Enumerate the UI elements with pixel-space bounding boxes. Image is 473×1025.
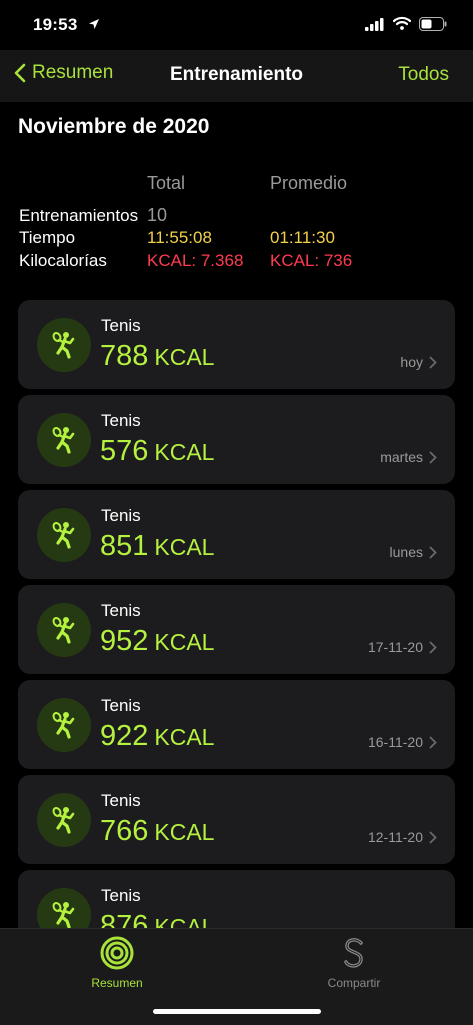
time-label: Tiempo [19, 228, 76, 247]
chevron-right-icon [429, 451, 437, 463]
workout-calories: 851 KCAL [100, 530, 214, 563]
chevron-right-icon [429, 736, 437, 748]
chevron-left-icon [14, 63, 26, 83]
workout-name: Tenis [101, 506, 141, 525]
tennis-icon [37, 508, 91, 562]
workout-date: 12-11-20 [368, 829, 437, 845]
tennis-icon [37, 888, 91, 928]
calories-value: 952 [100, 625, 149, 657]
tab-share[interactable]: Compartir [294, 935, 414, 990]
calories-unit: KCAL [154, 629, 215, 655]
calories-value: 766 [100, 815, 149, 847]
workout-date-label: hoy [400, 354, 423, 370]
workout-card[interactable]: Tenis 952 KCAL 17-11-20 [18, 585, 455, 674]
tennis-icon [37, 318, 91, 372]
workout-card[interactable]: Tenis 876 KCAL [18, 870, 455, 928]
workout-name: Tenis [101, 791, 141, 810]
workout-card[interactable]: Tenis 576 KCAL martes [18, 395, 455, 484]
calories-unit: KCAL [154, 344, 215, 370]
calories-value: 851 [100, 530, 149, 562]
workout-list: Tenis 788 KCAL hoy Tenis 576 KCAL martes T… [18, 300, 455, 928]
workout-card[interactable]: Tenis 922 KCAL 16-11-20 [18, 680, 455, 769]
tab-summary-label: Resumen [91, 976, 143, 990]
tennis-icon [37, 793, 91, 847]
workout-calories: 576 KCAL [100, 435, 214, 468]
wifi-icon [392, 16, 412, 35]
kilocalories-average: KCAL: 736 [270, 251, 353, 270]
workout-date-label: martes [380, 449, 423, 465]
workout-name: Tenis [101, 316, 141, 335]
workout-date: 16-11-20 [368, 734, 437, 750]
tab-summary[interactable]: Resumen [57, 935, 177, 990]
home-indicator [153, 1009, 321, 1014]
workout-date-label: 12-11-20 [367, 829, 423, 845]
workout-date: martes [380, 449, 437, 465]
time-total: 11:55:08 [147, 228, 212, 247]
all-button[interactable]: Todos [398, 64, 449, 86]
tennis-icon [37, 603, 91, 657]
battery-icon [419, 17, 447, 36]
workout-name: Tenis [101, 886, 141, 905]
time-average: 01:11:30 [270, 228, 335, 247]
location-arrow-icon [88, 17, 100, 35]
calories-unit: KCAL [154, 534, 215, 560]
workout-date: 17-11-20 [368, 639, 437, 655]
workout-date-label: 16-11-20 [367, 734, 423, 750]
month-title: Noviembre de 2020 [18, 115, 210, 138]
workouts-label: Entrenamientos [19, 206, 139, 225]
workout-name: Tenis [101, 601, 141, 620]
calories-value: 788 [100, 340, 149, 372]
calories-value: 576 [100, 435, 149, 467]
navigation-bar: Resumen Entrenamiento Todos [0, 50, 473, 102]
tennis-icon [37, 413, 91, 467]
workout-date-label: 17-11-20 [367, 639, 423, 655]
workout-card[interactable]: Tenis 851 KCAL lunes [18, 490, 455, 579]
chevron-right-icon [429, 831, 437, 843]
calories-unit: KCAL [154, 439, 215, 465]
back-button[interactable]: Resumen [14, 62, 113, 84]
workout-name: Tenis [101, 411, 141, 430]
workout-card[interactable]: Tenis 766 KCAL 12-11-20 [18, 775, 455, 864]
workout-date: lunes [390, 544, 437, 560]
tab-share-label: Compartir [327, 976, 381, 990]
workout-calories: 922 KCAL [100, 720, 214, 753]
calories-unit: KCAL [154, 819, 215, 845]
workout-name: Tenis [101, 696, 141, 715]
calories-value: 876 [100, 910, 149, 928]
chevron-right-icon [429, 356, 437, 368]
calories-unit: KCAL [154, 914, 215, 928]
calories-unit: KCAL [154, 724, 215, 750]
status-bar: 19:53 [0, 0, 473, 50]
workout-date-label: lunes [389, 544, 423, 560]
chevron-right-icon [429, 546, 437, 558]
cellular-signal-icon [365, 18, 385, 36]
workout-date: hoy [400, 354, 437, 370]
workout-calories: 876 KCAL [100, 910, 214, 928]
chevron-right-icon [429, 641, 437, 653]
back-button-label: Resumen [32, 62, 114, 83]
workout-calories: 788 KCAL [100, 340, 214, 373]
kilocalories-label: Kilocalorías [19, 251, 107, 270]
tennis-icon [37, 698, 91, 752]
workout-card[interactable]: Tenis 788 KCAL hoy [18, 300, 455, 389]
workout-calories: 766 KCAL [100, 815, 214, 848]
workouts-total: 10 [147, 205, 168, 225]
status-time: 19:53 [33, 15, 78, 34]
workout-calories: 952 KCAL [100, 625, 214, 658]
total-column-header: Total [147, 173, 186, 193]
share-s-icon [344, 938, 363, 968]
average-column-header: Promedio [270, 173, 348, 193]
calories-value: 922 [100, 720, 149, 752]
activity-rings-icon [100, 936, 134, 970]
kilocalories-total: KCAL: 7.368 [147, 251, 244, 270]
